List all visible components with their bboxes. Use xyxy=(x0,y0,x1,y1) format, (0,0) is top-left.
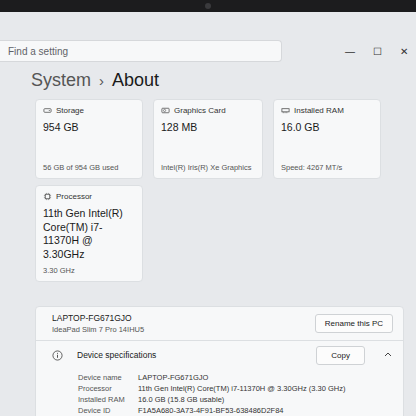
specifications-title: Device specifications xyxy=(77,350,308,360)
spec-card: Installed RAM 16.0 GB Speed: 4267 MT/s xyxy=(273,99,381,179)
window-control-button[interactable]: — xyxy=(345,46,355,57)
copy-button[interactable]: Copy xyxy=(316,346,365,365)
spec-card: Processor 11th Gen Intel(R) Core(TM) i7-1… xyxy=(35,185,143,282)
search-field[interactable]: Find a setting xyxy=(0,40,282,62)
settings-screen: Find a setting — ☐ ✕ System › About Storage 954 … xyxy=(0,0,416,416)
spec-value: 16.0 GB (15.8 GB usable) xyxy=(138,394,403,405)
spec-row: Installed RAM16.0 GB (15.8 GB usable) xyxy=(78,394,403,405)
breadcrumb-current: About xyxy=(112,70,159,91)
pc-model: IdeaPad Slim 7 Pro 14IHU5 xyxy=(52,325,144,334)
window-controls: — ☐ ✕ xyxy=(345,46,416,57)
processor-icon xyxy=(43,192,52,201)
card-detail: 56 GB of 954 GB used xyxy=(43,159,135,172)
search-placeholder: Find a setting xyxy=(8,46,68,57)
info-icon xyxy=(52,350,63,361)
spec-row: Device nameLAPTOP-FG671GJO xyxy=(78,372,403,383)
specifications-list: Device nameLAPTOP-FG671GJOProcessor11th … xyxy=(36,370,403,416)
window-control-button[interactable]: ✕ xyxy=(400,46,408,57)
spec-label: Device ID xyxy=(78,405,138,416)
card-value: 128 MB xyxy=(161,121,255,135)
rename-button[interactable]: Rename this PC xyxy=(315,314,393,333)
card-label: Storage xyxy=(56,106,84,115)
card-detail: Speed: 4267 MT/s xyxy=(281,159,373,172)
card-label: Installed RAM xyxy=(294,106,344,115)
card-detail: Intel(R) Iris(R) Xe Graphics xyxy=(161,159,255,172)
camera-icon xyxy=(205,3,211,9)
spec-label: Processor xyxy=(78,383,138,394)
card-detail: 3.30 GHz xyxy=(43,262,135,275)
spec-label: Installed RAM xyxy=(78,394,138,405)
page-heading: System › About xyxy=(0,70,416,91)
storage-icon xyxy=(43,106,52,115)
card-value: 11th Gen Intel(R) Core(TM) i7-11370H @ 3… xyxy=(43,207,135,262)
device-panel: LAPTOP-FG671GJO IdeaPad Slim 7 Pro 14IHU5… xyxy=(35,306,404,416)
card-label: Processor xyxy=(56,192,92,201)
card-value: 16.0 GB xyxy=(281,121,373,135)
window-control-button[interactable]: ☐ xyxy=(373,46,382,57)
card-label: Graphics Card xyxy=(174,106,226,115)
breadcrumb-parent[interactable]: System xyxy=(31,70,91,91)
graphics-card-icon xyxy=(161,106,170,115)
pc-name: LAPTOP-FG671GJO xyxy=(52,313,144,323)
top-bar: Find a setting — ☐ ✕ xyxy=(0,40,416,62)
specifications-header[interactable]: Device specifications Copy xyxy=(36,341,403,370)
spec-row: Processor11th Gen Intel(R) Core(TM) i7-1… xyxy=(78,383,403,394)
spec-value: LAPTOP-FG671GJO xyxy=(138,372,403,383)
card-value: 954 GB xyxy=(43,121,135,135)
content: Storage 954 GB 56 GB of 954 GB used Graphic… xyxy=(0,91,416,416)
screen-bezel xyxy=(0,0,416,12)
spec-value: F1A5A680-3A73-4F91-BF53-638486D2F84 xyxy=(138,405,403,416)
spec-card: Storage 954 GB 56 GB of 954 GB used xyxy=(35,99,143,179)
spec-value: 11th Gen Intel(R) Core(TM) i7-11370H @ 3… xyxy=(138,383,403,394)
spec-row: Device IDF1A5A680-3A73-4F91-BF53-638486D… xyxy=(78,405,403,416)
breadcrumb-separator: › xyxy=(99,72,104,89)
chevron-icon[interactable] xyxy=(383,350,393,360)
spec-label: Device name xyxy=(78,372,138,383)
spec-card: Graphics Card 128 MB Intel(R) Iris(R) Xe G… xyxy=(153,99,263,179)
memory-icon xyxy=(281,106,290,115)
device-name-row: LAPTOP-FG671GJO IdeaPad Slim 7 Pro 14IHU5… xyxy=(36,307,403,341)
spec-cards: Storage 954 GB 56 GB of 954 GB used Graphic… xyxy=(35,99,404,282)
